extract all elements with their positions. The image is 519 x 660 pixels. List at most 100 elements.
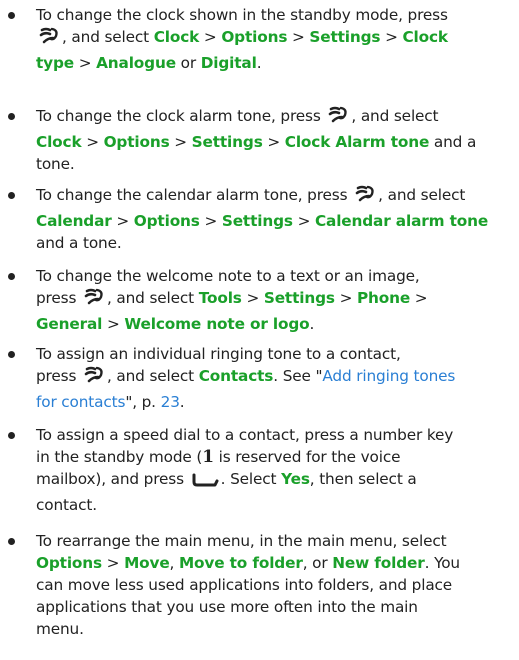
text-run: applications that you use more often int… bbox=[36, 598, 418, 616]
bullet-dot bbox=[8, 273, 15, 280]
text-run: > bbox=[292, 212, 315, 230]
menu-path-term: Analogue bbox=[96, 54, 176, 72]
text-run: . bbox=[179, 393, 185, 411]
text-run: and a bbox=[429, 133, 477, 151]
menu-path-term: Tools bbox=[198, 289, 242, 307]
text-run: > bbox=[380, 28, 403, 46]
menu-path-term: Options bbox=[36, 554, 102, 572]
text-line: press , and select Tools > Settings > Ph… bbox=[36, 287, 516, 313]
bullet-text: To assign an individual ringing tone to … bbox=[36, 343, 516, 413]
text-run: > bbox=[199, 28, 222, 46]
text-run: > bbox=[169, 133, 192, 151]
text-run: > bbox=[81, 133, 104, 151]
text-run: . You bbox=[424, 554, 460, 572]
cross-reference-link[interactable]: Add ringing tones bbox=[322, 367, 455, 385]
text-line: in the standby mode (1 is reserved for t… bbox=[36, 446, 516, 468]
text-line: mailbox), and press . Select Yes, then s… bbox=[36, 468, 516, 494]
text-line: To assign an individual ringing tone to … bbox=[36, 343, 516, 365]
text-line: General > Welcome note or logo. bbox=[36, 313, 516, 335]
menu-path-term: Clock bbox=[36, 133, 82, 151]
menu-path-term: Settings bbox=[309, 28, 381, 46]
text-run: > bbox=[74, 54, 97, 72]
text-run: . Select bbox=[220, 470, 282, 488]
menu-path-term: Settings bbox=[191, 133, 263, 151]
bullet-dot bbox=[8, 192, 15, 199]
text-run: , and select bbox=[351, 107, 439, 125]
bullet-dot bbox=[8, 351, 15, 358]
menu-path-term: Digital bbox=[200, 54, 257, 72]
menu-path-term: Phone bbox=[356, 289, 411, 307]
text-run: To assign a speed dial to a contact, pre… bbox=[36, 426, 454, 444]
text-run: is reserved for the voice bbox=[213, 448, 401, 466]
text-run: , or bbox=[302, 554, 333, 572]
text-line: To change the clock shown in the standby… bbox=[36, 4, 516, 26]
text-run: To assign an individual ringing tone to … bbox=[36, 345, 401, 363]
text-run: > bbox=[241, 289, 264, 307]
menu-key-icon bbox=[83, 365, 105, 391]
text-line: Options > Move, Move to folder, or New f… bbox=[36, 552, 516, 574]
menu-path-term: Options bbox=[133, 212, 200, 230]
menu-path-term: Move bbox=[124, 554, 170, 572]
menu-path-term: Clock bbox=[402, 28, 448, 46]
text-run: can move less used applications into fol… bbox=[36, 576, 453, 594]
text-line: To assign a speed dial to a contact, pre… bbox=[36, 424, 516, 446]
menu-path-term: New folder bbox=[332, 554, 425, 572]
text-line: To change the clock alarm tone, press , … bbox=[36, 105, 516, 131]
text-line: Calendar > Options > Settings > Calendar… bbox=[36, 210, 516, 232]
text-line: To rearrange the main menu, in the main … bbox=[36, 530, 516, 552]
text-line: can move less used applications into fol… bbox=[36, 574, 516, 596]
text-run: > bbox=[102, 315, 125, 333]
menu-key-icon bbox=[83, 287, 105, 313]
bullet-dot bbox=[8, 113, 15, 120]
cross-reference-link[interactable]: 23 bbox=[161, 393, 180, 411]
text-run: > bbox=[262, 133, 285, 151]
menu-path-term: Options bbox=[103, 133, 170, 151]
text-run: > bbox=[101, 554, 125, 572]
text-run: , then select a bbox=[309, 470, 417, 488]
text-run: . bbox=[309, 315, 315, 333]
text-run: , and select bbox=[106, 367, 199, 385]
bullet-text: To change the welcome note to a text or … bbox=[36, 265, 516, 335]
text-run: > bbox=[410, 289, 428, 307]
text-run: mailbox), and press bbox=[36, 470, 189, 488]
menu-path-term: Calendar alarm tone bbox=[314, 212, 489, 230]
text-run: or bbox=[175, 54, 201, 72]
text-line: To change the welcome note to a text or … bbox=[36, 265, 516, 287]
text-run: To change the calendar alarm tone, press bbox=[36, 186, 353, 204]
text-run: To change the welcome note to a text or … bbox=[36, 267, 420, 285]
menu-path-term: Move to folder bbox=[178, 554, 303, 572]
text-run: menu. bbox=[36, 620, 84, 638]
text-run: press bbox=[36, 367, 81, 385]
text-line: Clock > Options > Settings > Clock Alarm… bbox=[36, 131, 516, 153]
menu-path-term: Settings bbox=[263, 289, 335, 307]
menu-key-icon bbox=[327, 105, 349, 131]
menu-path-term: Options bbox=[221, 28, 288, 46]
text-run: , and select bbox=[62, 28, 154, 46]
text-line: tone. bbox=[36, 153, 516, 175]
text-run: 1 bbox=[202, 447, 214, 467]
bullet-text: To change the calendar alarm tone, press… bbox=[36, 184, 516, 254]
manual-page: To change the clock shown in the standby… bbox=[0, 0, 519, 660]
menu-path-term: type bbox=[36, 54, 75, 72]
text-run: tone. bbox=[36, 155, 75, 173]
text-line: menu. bbox=[36, 618, 516, 640]
menu-key-icon bbox=[38, 26, 60, 52]
text-line: applications that you use more often int… bbox=[36, 596, 516, 618]
text-run: > bbox=[287, 28, 310, 46]
text-run: and a tone. bbox=[36, 234, 122, 252]
text-run: > bbox=[111, 212, 134, 230]
text-run: . bbox=[256, 54, 262, 72]
text-run: , and select bbox=[378, 186, 466, 204]
text-run: , bbox=[169, 554, 179, 572]
cross-reference-link[interactable]: for contacts bbox=[36, 393, 125, 411]
text-run: > bbox=[199, 212, 222, 230]
text-line: type > Analogue or Digital. bbox=[36, 52, 516, 74]
text-line: for contacts", p. 23. bbox=[36, 391, 516, 413]
bullet-text: To change the clock shown in the standby… bbox=[36, 4, 516, 74]
text-line: press , and select Contacts. See "Add ri… bbox=[36, 365, 516, 391]
bullet-dot bbox=[8, 538, 15, 545]
text-line: , and select Clock > Options > Settings … bbox=[36, 26, 516, 52]
bullet-text: To rearrange the main menu, in the main … bbox=[36, 530, 516, 640]
menu-key-icon bbox=[354, 184, 376, 210]
menu-path-term: General bbox=[36, 315, 103, 333]
